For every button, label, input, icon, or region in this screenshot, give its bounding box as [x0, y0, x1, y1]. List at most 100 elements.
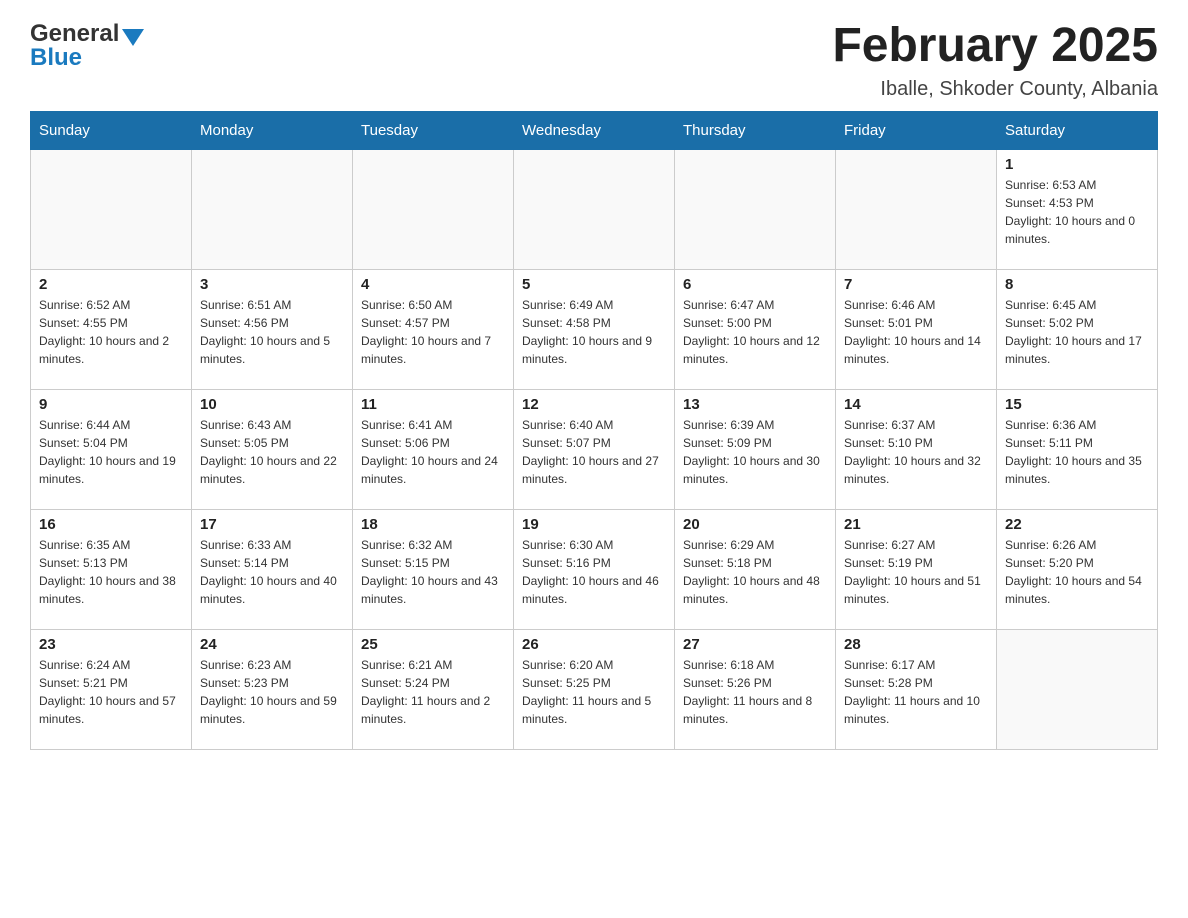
calendar-week-2: 9 Sunrise: 6:44 AMSunset: 5:04 PMDaylight… — [31, 389, 1158, 509]
month-title: February 2025 — [832, 20, 1158, 73]
calendar-cell: 28 Sunrise: 6:17 AMSunset: 5:28 PMDayligh… — [836, 629, 997, 749]
day-number: 14 — [844, 396, 988, 413]
day-info: Sunrise: 6:20 AMSunset: 5:25 PMDaylight:… — [522, 656, 666, 728]
logo-blue-text: Blue — [30, 44, 82, 71]
day-number: 23 — [39, 636, 183, 653]
calendar-cell: 23 Sunrise: 6:24 AMSunset: 5:21 PMDayligh… — [31, 629, 192, 749]
calendar-cell: 7 Sunrise: 6:46 AMSunset: 5:01 PMDaylight… — [836, 269, 997, 389]
day-number: 26 — [522, 636, 666, 653]
col-header-wednesday: Wednesday — [514, 111, 675, 149]
day-info: Sunrise: 6:53 AMSunset: 4:53 PMDaylight:… — [1005, 176, 1149, 248]
day-number: 28 — [844, 636, 988, 653]
calendar-cell: 14Sunrise: 6:37 AMSunset: 5:10 PMDayligh… — [836, 389, 997, 509]
day-number: 13 — [683, 396, 827, 413]
calendar-cell: 19 Sunrise: 6:30 AMSunset: 5:16 PMDayligh… — [514, 509, 675, 629]
calendar-cell: 4Sunrise: 6:50 AMSunset: 4:57 PMDaylight… — [353, 269, 514, 389]
day-info: Sunrise: 6:29 AMSunset: 5:18 PMDaylight:… — [683, 536, 827, 608]
calendar-cell — [997, 629, 1158, 749]
day-number: 16 — [39, 516, 183, 533]
calendar-cell: 9 Sunrise: 6:44 AMSunset: 5:04 PMDaylight… — [31, 389, 192, 509]
day-number: 22 — [1005, 516, 1149, 533]
calendar-cell: 10 Sunrise: 6:43 AMSunset: 5:05 PMDayligh… — [192, 389, 353, 509]
calendar-cell: 3 Sunrise: 6:51 AMSunset: 4:56 PMDaylight… — [192, 269, 353, 389]
calendar-week-4: 23 Sunrise: 6:24 AMSunset: 5:21 PMDayligh… — [31, 629, 1158, 749]
calendar-cell: 11Sunrise: 6:41 AMSunset: 5:06 PMDayligh… — [353, 389, 514, 509]
logo: General Blue — [30, 20, 144, 72]
day-info: Sunrise: 6:35 AMSunset: 5:13 PMDaylight:… — [39, 536, 183, 608]
page-header: General Blue February 2025 Iballe, Shkod… — [30, 20, 1158, 101]
day-info: Sunrise: 6:24 AMSunset: 5:21 PMDaylight:… — [39, 656, 183, 728]
calendar-cell: 8 Sunrise: 6:45 AMSunset: 5:02 PMDaylight… — [997, 269, 1158, 389]
calendar-cell: 26 Sunrise: 6:20 AMSunset: 5:25 PMDayligh… — [514, 629, 675, 749]
calendar-cell: 16 Sunrise: 6:35 AMSunset: 5:13 PMDayligh… — [31, 509, 192, 629]
col-header-tuesday: Tuesday — [353, 111, 514, 149]
day-number: 3 — [200, 276, 344, 293]
day-number: 15 — [1005, 396, 1149, 413]
day-info: Sunrise: 6:47 AMSunset: 5:00 PMDaylight:… — [683, 296, 827, 368]
day-number: 19 — [522, 516, 666, 533]
day-number: 20 — [683, 516, 827, 533]
calendar-week-0: 1 Sunrise: 6:53 AMSunset: 4:53 PMDaylight… — [31, 149, 1158, 269]
logo-arrow-icon — [122, 29, 144, 46]
day-number: 5 — [522, 276, 666, 293]
day-number: 25 — [361, 636, 505, 653]
calendar-cell: 6 Sunrise: 6:47 AMSunset: 5:00 PMDaylight… — [675, 269, 836, 389]
calendar-cell: 20 Sunrise: 6:29 AMSunset: 5:18 PMDayligh… — [675, 509, 836, 629]
day-info: Sunrise: 6:51 AMSunset: 4:56 PMDaylight:… — [200, 296, 344, 368]
day-number: 17 — [200, 516, 344, 533]
col-header-sunday: Sunday — [31, 111, 192, 149]
calendar-cell: 18 Sunrise: 6:32 AMSunset: 5:15 PMDayligh… — [353, 509, 514, 629]
day-info: Sunrise: 6:52 AMSunset: 4:55 PMDaylight:… — [39, 296, 183, 368]
calendar-cell: 13 Sunrise: 6:39 AMSunset: 5:09 PMDayligh… — [675, 389, 836, 509]
calendar-cell: 17 Sunrise: 6:33 AMSunset: 5:14 PMDayligh… — [192, 509, 353, 629]
day-info: Sunrise: 6:45 AMSunset: 5:02 PMDaylight:… — [1005, 296, 1149, 368]
day-info: Sunrise: 6:18 AMSunset: 5:26 PMDaylight:… — [683, 656, 827, 728]
calendar-cell — [353, 149, 514, 269]
calendar-cell: 21Sunrise: 6:27 AMSunset: 5:19 PMDayligh… — [836, 509, 997, 629]
col-header-monday: Monday — [192, 111, 353, 149]
day-info: Sunrise: 6:49 AMSunset: 4:58 PMDaylight:… — [522, 296, 666, 368]
day-info: Sunrise: 6:17 AMSunset: 5:28 PMDaylight:… — [844, 656, 988, 728]
calendar-cell — [675, 149, 836, 269]
calendar-cell: 24Sunrise: 6:23 AMSunset: 5:23 PMDayligh… — [192, 629, 353, 749]
day-info: Sunrise: 6:36 AMSunset: 5:11 PMDaylight:… — [1005, 416, 1149, 488]
day-info: Sunrise: 6:43 AMSunset: 5:05 PMDaylight:… — [200, 416, 344, 488]
day-info: Sunrise: 6:41 AMSunset: 5:06 PMDaylight:… — [361, 416, 505, 488]
calendar-cell: 22 Sunrise: 6:26 AMSunset: 5:20 PMDayligh… — [997, 509, 1158, 629]
day-number: 1 — [1005, 156, 1149, 173]
day-info: Sunrise: 6:39 AMSunset: 5:09 PMDaylight:… — [683, 416, 827, 488]
day-info: Sunrise: 6:44 AMSunset: 5:04 PMDaylight:… — [39, 416, 183, 488]
day-info: Sunrise: 6:27 AMSunset: 5:19 PMDaylight:… — [844, 536, 988, 608]
day-info: Sunrise: 6:40 AMSunset: 5:07 PMDaylight:… — [522, 416, 666, 488]
day-info: Sunrise: 6:30 AMSunset: 5:16 PMDaylight:… — [522, 536, 666, 608]
day-info: Sunrise: 6:23 AMSunset: 5:23 PMDaylight:… — [200, 656, 344, 728]
calendar-cell: 25Sunrise: 6:21 AMSunset: 5:24 PMDayligh… — [353, 629, 514, 749]
location-title: Iballe, Shkoder County, Albania — [832, 78, 1158, 101]
day-number: 18 — [361, 516, 505, 533]
calendar-cell: 15 Sunrise: 6:36 AMSunset: 5:11 PMDayligh… — [997, 389, 1158, 509]
calendar-cell: 27 Sunrise: 6:18 AMSunset: 5:26 PMDayligh… — [675, 629, 836, 749]
col-header-thursday: Thursday — [675, 111, 836, 149]
day-number: 27 — [683, 636, 827, 653]
col-header-saturday: Saturday — [997, 111, 1158, 149]
day-number: 10 — [200, 396, 344, 413]
calendar-cell — [514, 149, 675, 269]
day-number: 6 — [683, 276, 827, 293]
calendar-header-row: SundayMondayTuesdayWednesdayThursdayFrid… — [31, 111, 1158, 149]
day-info: Sunrise: 6:46 AMSunset: 5:01 PMDaylight:… — [844, 296, 988, 368]
day-info: Sunrise: 6:50 AMSunset: 4:57 PMDaylight:… — [361, 296, 505, 368]
day-number: 7 — [844, 276, 988, 293]
calendar-cell — [836, 149, 997, 269]
day-number: 9 — [39, 396, 183, 413]
calendar-table: SundayMondayTuesdayWednesdayThursdayFrid… — [30, 111, 1158, 750]
day-number: 2 — [39, 276, 183, 293]
day-info: Sunrise: 6:33 AMSunset: 5:14 PMDaylight:… — [200, 536, 344, 608]
day-number: 8 — [1005, 276, 1149, 293]
calendar-week-1: 2 Sunrise: 6:52 AMSunset: 4:55 PMDaylight… — [31, 269, 1158, 389]
day-number: 12 — [522, 396, 666, 413]
calendar-cell: 2 Sunrise: 6:52 AMSunset: 4:55 PMDaylight… — [31, 269, 192, 389]
calendar-cell: 1 Sunrise: 6:53 AMSunset: 4:53 PMDaylight… — [997, 149, 1158, 269]
day-info: Sunrise: 6:32 AMSunset: 5:15 PMDaylight:… — [361, 536, 505, 608]
calendar-week-3: 16 Sunrise: 6:35 AMSunset: 5:13 PMDayligh… — [31, 509, 1158, 629]
day-info: Sunrise: 6:26 AMSunset: 5:20 PMDaylight:… — [1005, 536, 1149, 608]
